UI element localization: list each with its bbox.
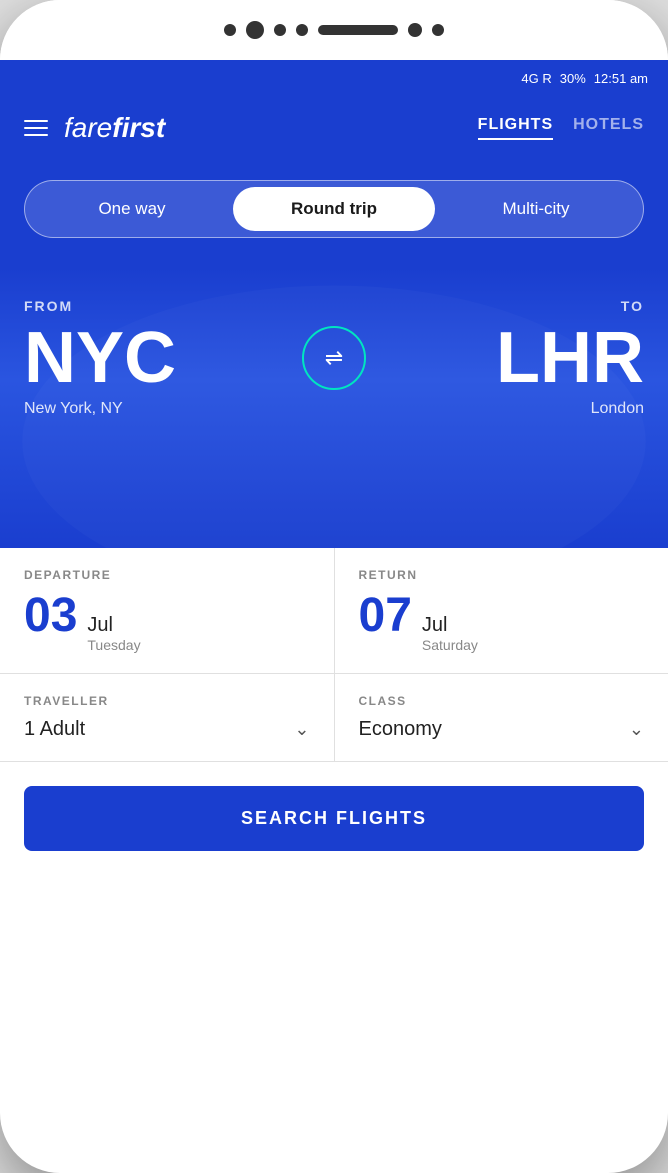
origin-city-name: New York, NY (24, 400, 292, 418)
origin-city[interactable]: FROM NYC New York, NY (24, 298, 292, 418)
class-label: CLASS (359, 694, 645, 708)
return-date-value: 07 Jul Saturday (359, 592, 645, 653)
battery-indicator: 30% (560, 71, 586, 86)
trip-option-multi-city[interactable]: Multi-city (435, 187, 637, 231)
return-label: RETURN (359, 568, 645, 582)
traveller-value-row: 1 Adult ⌄ (24, 718, 310, 741)
trip-type-selector: One way Round trip Multi-city (24, 180, 644, 238)
phone-camera-area (224, 21, 444, 39)
hamburger-menu-button[interactable] (24, 120, 48, 136)
phone-dot-small2 (296, 24, 308, 36)
departure-date-box[interactable]: DEPARTURE 03 Jul Tuesday (0, 548, 335, 673)
destination-code: LHR (376, 322, 644, 394)
hamburger-line-2 (24, 127, 48, 129)
return-month: Jul (422, 614, 478, 637)
departure-label: DEPARTURE (24, 568, 310, 582)
nav-tabs: FLIGHTS HOTELS (478, 116, 644, 140)
traveller-value: 1 Adult (24, 718, 85, 741)
departure-weekday: Tuesday (87, 637, 140, 653)
phone-dot-far-right (432, 24, 444, 36)
departure-month: Jul (87, 614, 140, 637)
swap-route-button[interactable]: ⇌ (302, 326, 366, 390)
signal-indicator: 4G R (521, 71, 551, 86)
brand-logo: farefirst (64, 112, 165, 144)
trip-option-one-way[interactable]: One way (31, 187, 233, 231)
status-bar: 4G R 30% 12:51 am (0, 60, 668, 96)
options-section: TRAVELLER 1 Adult ⌄ CLASS Economy ⌄ (0, 674, 668, 762)
tab-hotels[interactable]: HOTELS (573, 116, 644, 140)
trip-type-container: One way Round trip Multi-city (0, 160, 668, 268)
class-value-row: Economy ⌄ (359, 718, 645, 741)
class-chevron-down-icon: ⌄ (629, 719, 644, 740)
header-left: farefirst (24, 112, 165, 144)
phone-top-bar (0, 0, 668, 60)
route-content: FROM NYC New York, NY ⇌ TO LHR London (24, 298, 644, 418)
class-value: Economy (359, 718, 442, 741)
time-indicator: 12:51 am (594, 71, 648, 86)
destination-city[interactable]: TO LHR London (376, 298, 644, 418)
return-month-day: Jul Saturday (422, 614, 478, 653)
hamburger-line-1 (24, 120, 48, 122)
phone-dot-left (224, 24, 236, 36)
traveller-chevron-down-icon: ⌄ (294, 719, 309, 740)
phone-dot-small (274, 24, 286, 36)
return-day: 07 (359, 592, 412, 640)
departure-date-value: 03 Jul Tuesday (24, 592, 310, 653)
search-flights-button[interactable]: SEARCH FLIGHTS (24, 786, 644, 851)
origin-code: NYC (24, 322, 292, 394)
search-section: SEARCH FLIGHTS (0, 762, 668, 875)
dates-section: DEPARTURE 03 Jul Tuesday RETURN 07 Jul S… (0, 548, 668, 674)
tab-flights[interactable]: FLIGHTS (478, 116, 553, 140)
route-section: FROM NYC New York, NY ⇌ TO LHR London (0, 268, 668, 548)
phone-dot-right (408, 23, 422, 37)
from-label: FROM (24, 298, 292, 314)
phone-speaker (318, 25, 398, 35)
departure-month-day: Jul Tuesday (87, 614, 140, 653)
swap-icon: ⇌ (325, 345, 343, 371)
return-date-box[interactable]: RETURN 07 Jul Saturday (335, 548, 668, 673)
phone-camera (246, 21, 264, 39)
destination-city-name: London (376, 400, 644, 418)
class-box[interactable]: CLASS Economy ⌄ (335, 674, 668, 761)
phone-frame: 4G R 30% 12:51 am farefirst FLIGHTS HOTE… (0, 0, 668, 1173)
traveller-label: TRAVELLER (24, 694, 310, 708)
trip-option-round-trip[interactable]: Round trip (233, 187, 435, 231)
to-label: TO (376, 298, 644, 314)
traveller-box[interactable]: TRAVELLER 1 Adult ⌄ (0, 674, 335, 761)
hamburger-line-3 (24, 134, 48, 136)
app-header: farefirst FLIGHTS HOTELS (0, 96, 668, 160)
return-weekday: Saturday (422, 637, 478, 653)
phone-bottom (0, 875, 668, 935)
departure-day: 03 (24, 592, 77, 640)
